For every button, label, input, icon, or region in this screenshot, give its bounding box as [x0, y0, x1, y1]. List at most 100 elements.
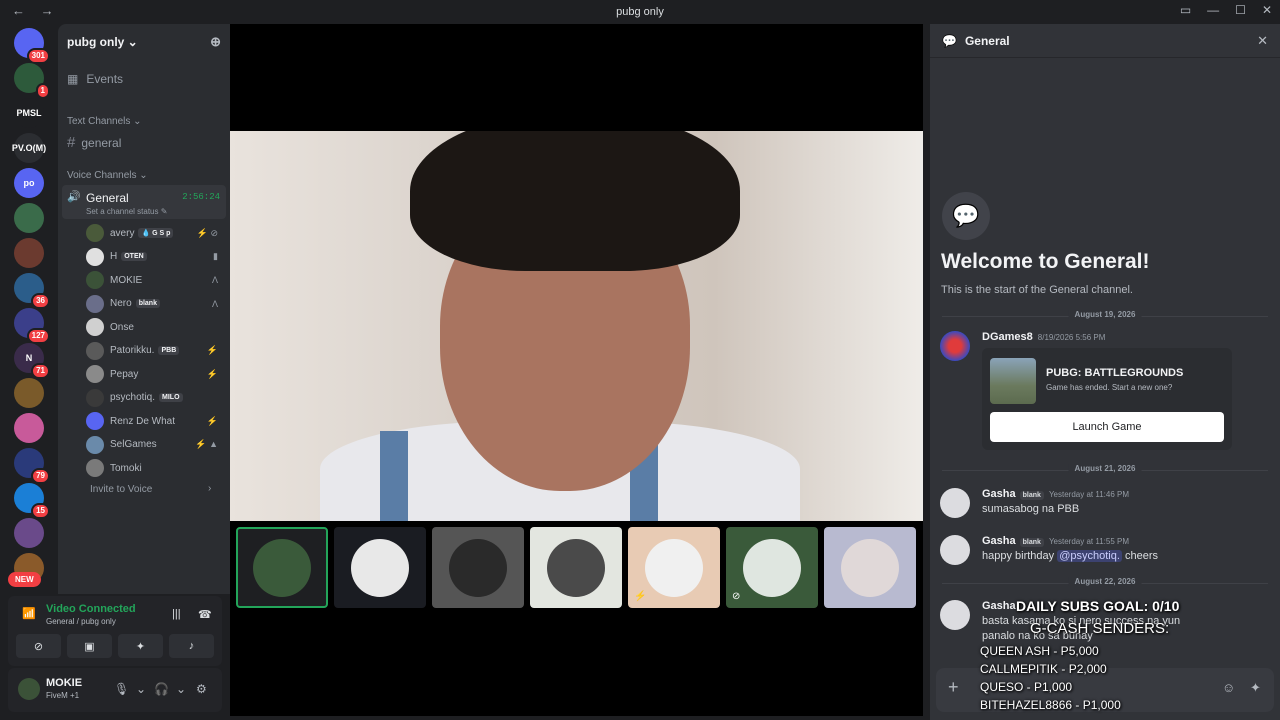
minimize-icon[interactable]: —	[1207, 3, 1219, 17]
message-author[interactable]: DGames8	[982, 331, 1033, 343]
close-window-icon[interactable]: ✕	[1262, 3, 1272, 17]
avatar	[253, 538, 311, 597]
server-icon[interactable]	[14, 378, 44, 408]
invite-to-voice[interactable]: Invite to Voice ›	[90, 483, 211, 495]
voice-member[interactable]: MOKIE Λ	[86, 270, 222, 290]
chevron-down-icon[interactable]: ⌄	[136, 682, 146, 696]
member-status-icon: Λ	[211, 298, 218, 309]
noise-suppression-icon[interactable]: |||	[172, 608, 181, 620]
participant-tile[interactable]: ⊘	[726, 527, 818, 608]
muted-icon: ⚡	[634, 591, 647, 602]
mention-badge: 127	[26, 328, 50, 344]
sender-row: BITEHAZEL8866 - P1,000	[980, 698, 1121, 712]
channel-status[interactable]: Set a channel status ✎	[86, 207, 167, 216]
channel-general-text[interactable]: # general	[67, 134, 121, 151]
voice-member[interactable]: H OTEN ▮	[86, 247, 222, 267]
server-icon[interactable]: 1	[14, 63, 50, 99]
server-icon[interactable]: 36	[14, 273, 50, 309]
game-subtitle: Game has ended. Start a new one?	[1046, 383, 1173, 392]
events-item[interactable]: ▦ Events	[67, 72, 123, 86]
voice-member[interactable]: psychotiq. MILO	[86, 388, 222, 408]
message-body: happy birthday @psychotiq. cheers	[982, 550, 1158, 562]
member-name: Patorikku.	[110, 345, 155, 356]
voice-member[interactable]: avery 💧 G S p ⚡ ⊘	[86, 223, 222, 243]
participant-tile[interactable]	[236, 527, 328, 608]
chevron-down-icon[interactable]: ⌄	[176, 682, 186, 696]
voice-channels-category[interactable]: Voice Channels ⌄	[67, 170, 148, 181]
server-header[interactable]: pubg only ⌄ ⊕	[58, 24, 230, 60]
username[interactable]: MOKIE	[46, 677, 82, 689]
server-icon[interactable]: 79	[14, 448, 50, 484]
member-status-icon: ⚡	[206, 345, 218, 355]
participant-tile[interactable]: ⚡	[628, 527, 720, 608]
text-channels-category[interactable]: Text Channels ⌄	[67, 116, 142, 127]
avatar[interactable]	[940, 331, 970, 361]
member-name: H	[110, 251, 118, 262]
voice-member[interactable]: Pepay ⚡	[86, 364, 222, 384]
video-hair	[410, 131, 740, 271]
server-icon[interactable]: N 71	[14, 343, 50, 379]
voice-location[interactable]: General / pubg only	[46, 617, 116, 626]
member-name: Pepay	[110, 368, 139, 380]
member-status-icon: Λ	[211, 275, 218, 285]
inbox-icon[interactable]: ▭	[1180, 3, 1191, 17]
camera-toggle-button[interactable]: ⊘	[16, 634, 61, 658]
voice-channel-general[interactable]: 🔊 General 2:56:24 Set a channel status ✎	[62, 185, 226, 219]
server-icon[interactable]: PMSL	[14, 98, 44, 128]
participant-tile[interactable]	[824, 527, 916, 608]
voice-member[interactable]: Onse	[86, 317, 222, 337]
maximize-icon[interactable]: ☐	[1235, 3, 1246, 17]
avatar	[86, 435, 104, 454]
screen-share-button[interactable]: ▣	[67, 634, 112, 658]
participant-tile[interactable]	[334, 527, 426, 608]
avatar[interactable]	[18, 678, 40, 700]
server-icon[interactable]: 301	[14, 28, 50, 64]
settings-icon[interactable]: ⚙	[196, 682, 207, 696]
member-name: SelGames	[110, 439, 157, 450]
voice-member[interactable]: Patorikku. PBB ⚡	[86, 341, 222, 361]
voice-status[interactable]: Video Connected	[46, 603, 136, 615]
server-icon[interactable]	[14, 518, 44, 548]
avatar[interactable]	[940, 535, 970, 565]
member-name: Nero	[110, 298, 132, 309]
chat-header: 💬 General ✕	[930, 24, 1280, 58]
server-name: pubg only ⌄	[67, 35, 138, 49]
plus-icon[interactable]: +	[948, 677, 959, 698]
headphones-icon[interactable]: 🎧	[154, 682, 169, 696]
member-name: Renz De What	[110, 415, 176, 427]
avatar[interactable]	[940, 600, 970, 630]
launch-game-button[interactable]: Launch Game	[990, 412, 1224, 442]
voice-member[interactable]: SelGames ⚡ ▲	[86, 435, 222, 455]
message-author[interactable]: Gasha	[982, 535, 1016, 547]
mention-badge: 1	[35, 83, 50, 99]
welcome-subtitle: This is the start of the General channel…	[941, 284, 1133, 296]
soundboard-button[interactable]: ♪	[169, 634, 214, 658]
avatar[interactable]	[940, 488, 970, 518]
main-video-feed[interactable]	[230, 131, 923, 521]
server-icon[interactable]: PV.O(M)	[12, 133, 46, 163]
server-icon[interactable]	[14, 413, 44, 443]
avatar	[86, 412, 104, 430]
new-badge[interactable]: NEW	[8, 572, 41, 587]
chat-bubble-icon: 💬	[942, 33, 957, 48]
user-mention[interactable]: @psychotiq.	[1057, 550, 1122, 562]
voice-member[interactable]: Nero blank Λ	[86, 294, 222, 314]
server-icon[interactable]	[14, 203, 44, 233]
add-member-icon[interactable]: ⊕	[210, 34, 221, 50]
voice-member[interactable]: Renz De What ⚡	[86, 411, 222, 431]
server-icon[interactable]: po	[14, 168, 44, 198]
mention-badge: 71	[31, 363, 50, 379]
activities-button[interactable]: ✦	[118, 634, 163, 658]
disconnect-icon[interactable]: ☎	[198, 608, 212, 621]
microphone-icon[interactable]: 🎙	[114, 682, 129, 696]
participant-tile[interactable]	[530, 527, 622, 608]
server-icon[interactable]: 15	[14, 483, 50, 519]
message-author[interactable]: Gasha	[982, 488, 1016, 500]
close-icon[interactable]: ✕	[1257, 33, 1268, 49]
participant-tile[interactable]	[432, 527, 524, 608]
server-icon[interactable]	[14, 238, 44, 268]
avatar	[86, 247, 104, 266]
server-icon[interactable]: 127	[14, 308, 50, 344]
voice-member[interactable]: Tomoki	[86, 458, 222, 478]
message-timestamp: 8/19/2026 5:56 PM	[1037, 333, 1106, 342]
